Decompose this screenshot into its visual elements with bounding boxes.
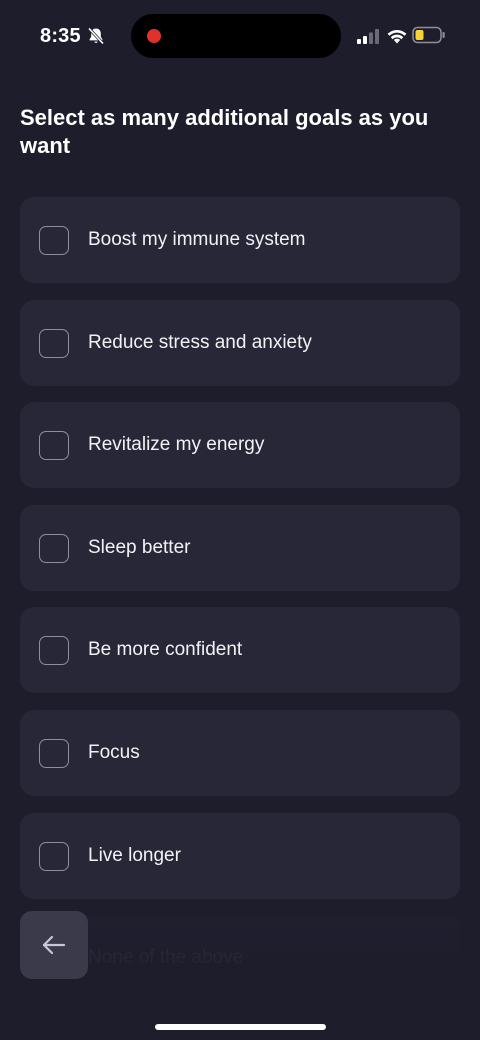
goal-option-revitalize-energy[interactable]: Revitalize my energy bbox=[20, 402, 460, 489]
page-title: Select as many additional goals as you w… bbox=[20, 105, 429, 158]
checkbox[interactable] bbox=[39, 226, 69, 255]
battery-low-icon bbox=[412, 26, 445, 44]
bell-slash-icon bbox=[87, 27, 105, 45]
goal-label: Revitalize my energy bbox=[88, 434, 265, 456]
checkbox[interactable] bbox=[39, 738, 69, 768]
status-bar: 8:35 bbox=[0, 0, 480, 72]
back-button[interactable] bbox=[20, 911, 88, 979]
goal-option-sleep-better[interactable]: Sleep better bbox=[20, 504, 460, 591]
goal-option-be-confident[interactable]: Be more confident bbox=[20, 607, 460, 694]
status-time: 8:35 bbox=[40, 25, 81, 47]
goal-label: Focus bbox=[88, 741, 140, 763]
goal-option-boost-immune[interactable]: Boost my immune system bbox=[20, 197, 460, 283]
wifi-icon bbox=[387, 29, 407, 44]
goal-list: Boost my immune system Reduce stress and… bbox=[20, 197, 460, 1018]
goal-label: Live longer bbox=[88, 844, 181, 866]
checkbox[interactable] bbox=[39, 533, 69, 563]
home-indicator[interactable] bbox=[155, 1024, 326, 1030]
arrow-left-icon bbox=[42, 935, 66, 955]
goal-option-reduce-stress[interactable]: Reduce stress and anxiety bbox=[20, 299, 460, 386]
dynamic-island bbox=[131, 14, 341, 58]
checkbox[interactable] bbox=[39, 841, 69, 871]
checkbox[interactable] bbox=[39, 431, 69, 461]
goal-label: None of the above bbox=[88, 947, 244, 969]
goal-label: Boost my immune system bbox=[88, 229, 306, 250]
goal-option-focus[interactable]: Focus bbox=[20, 709, 460, 796]
recording-indicator bbox=[147, 29, 161, 43]
checkbox[interactable] bbox=[39, 636, 69, 666]
goal-label: Be more confident bbox=[88, 639, 243, 661]
goal-option-live-longer[interactable]: Live longer bbox=[20, 812, 460, 899]
goal-label: Sleep better bbox=[88, 536, 191, 558]
cellular-signal-icon bbox=[357, 29, 379, 44]
goal-label: Reduce stress and anxiety bbox=[88, 331, 312, 353]
checkbox[interactable] bbox=[39, 328, 69, 358]
